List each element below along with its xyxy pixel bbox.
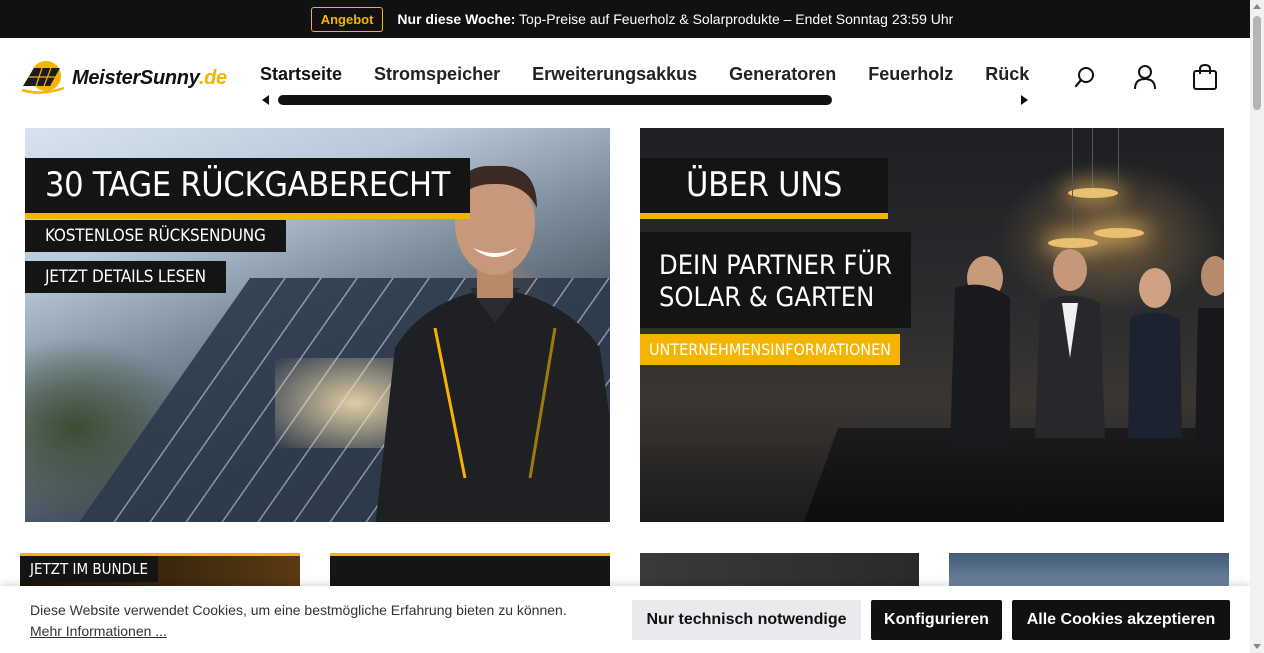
cookie-text: Diese Website verwendet Cookies, um eine… <box>30 600 590 642</box>
site-logo[interactable]: MeisterSunny.de <box>20 60 227 96</box>
sun-panel-logo-icon <box>21 61 65 94</box>
pendant-lamp <box>1048 238 1098 248</box>
cookie-necessary-button[interactable]: Nur technisch notwendige <box>632 600 861 640</box>
cookie-accept-all-button[interactable]: Alle Cookies akzeptieren <box>1012 600 1230 640</box>
banner-left-sub2[interactable]: JETZT DETAILS LESEN <box>25 261 226 293</box>
logo-tld: .de <box>198 66 227 89</box>
banner-right-title: ÜBER UNS <box>640 158 888 220</box>
nav-item-rueckgaberecht[interactable]: Rückgaberecht <box>985 64 1030 85</box>
business-team-image <box>950 249 1224 448</box>
card-tag-bundle: JETZT IM BUNDLE <box>20 556 159 582</box>
scroll-left-icon[interactable] <box>262 95 269 105</box>
promo-bold: Nur diese Woche: <box>397 11 516 27</box>
scroll-right-icon[interactable] <box>1021 95 1028 105</box>
site-header: MeisterSunny.de Startseite Stromspeicher E… <box>0 38 1250 118</box>
logo-text: MeisterSunny.de <box>72 67 227 90</box>
nav-item-erweiterungsakkus[interactable]: Erweiterungsakkus <box>532 64 697 85</box>
promo-rest: Top-Preise auf Feuerholz & Solarprodukte… <box>515 11 954 27</box>
banner-left-title: 30 TAGE RÜCKGABERECHT <box>25 158 471 220</box>
banner-right-headline: DEIN PARTNER FÜR SOLAR & GARTEN <box>640 232 912 328</box>
nav-item-stromspeicher[interactable]: Stromspeicher <box>374 64 500 85</box>
nav-scroll-thumb[interactable] <box>278 95 832 105</box>
cookie-message: Diese Website verwendet Cookies, um eine… <box>30 602 567 618</box>
scroll-down-icon[interactable] <box>1253 644 1261 649</box>
nav-item-feuerholz[interactable]: Feuerholz <box>868 64 953 85</box>
header-actions <box>1070 62 1220 92</box>
search-icon <box>1074 67 1094 88</box>
pendant-lamp <box>1068 188 1118 198</box>
banner-right-cta[interactable]: UNTERNEHMENSINFORMATIONEN <box>640 334 900 365</box>
logo-name: MeisterSunny <box>72 66 199 89</box>
lamp-wire <box>1092 128 1093 188</box>
cookie-banner: Diese Website verwendet Cookies, um eine… <box>0 586 1250 653</box>
banner-right-line2: SOLAR & GARTEN <box>659 282 875 313</box>
banner-right-line1: DEIN PARTNER FÜR <box>659 250 893 281</box>
cookie-more-info-link[interactable]: Mehr Informationen ... <box>30 623 167 639</box>
cart-button[interactable] <box>1190 62 1220 92</box>
page-scroll-thumb[interactable] <box>1253 16 1261 110</box>
offer-badge: Angebot <box>310 6 384 32</box>
nav-item-generatoren[interactable]: Generatoren <box>729 64 836 85</box>
lamp-wire <box>1118 128 1119 228</box>
pendant-lamp <box>1094 228 1144 238</box>
banner-left-sub1: KOSTENLOSE RÜCKSENDUNG <box>25 220 286 252</box>
page-scrollbar[interactable] <box>1250 0 1264 653</box>
lamp-wire <box>1072 128 1073 238</box>
cart-icon <box>1193 63 1217 90</box>
banner-about-us[interactable]: ÜBER UNS DEIN PARTNER FÜR SOLAR & GARTEN… <box>640 128 1224 522</box>
cookie-configure-button[interactable]: Konfigurieren <box>871 600 1002 640</box>
user-icon <box>1134 65 1156 90</box>
announcement-bar: Angebot Nur diese Woche: Top-Preise auf … <box>0 0 1264 38</box>
account-button[interactable] <box>1130 62 1160 92</box>
scroll-up-icon[interactable] <box>1253 4 1261 9</box>
banner-return-policy[interactable]: 30 TAGE RÜCKGABERECHT KOSTENLOSE RÜCKSEN… <box>25 128 610 522</box>
nav-scrollbar[interactable] <box>262 94 1028 106</box>
promo-text: Nur diese Woche: Top-Preise auf Feuerhol… <box>397 11 953 27</box>
main-nav: Startseite Stromspeicher Erweiterungsakkus… <box>260 64 1030 94</box>
nav-item-startseite[interactable]: Startseite <box>260 64 342 85</box>
search-button[interactable] <box>1070 62 1100 92</box>
